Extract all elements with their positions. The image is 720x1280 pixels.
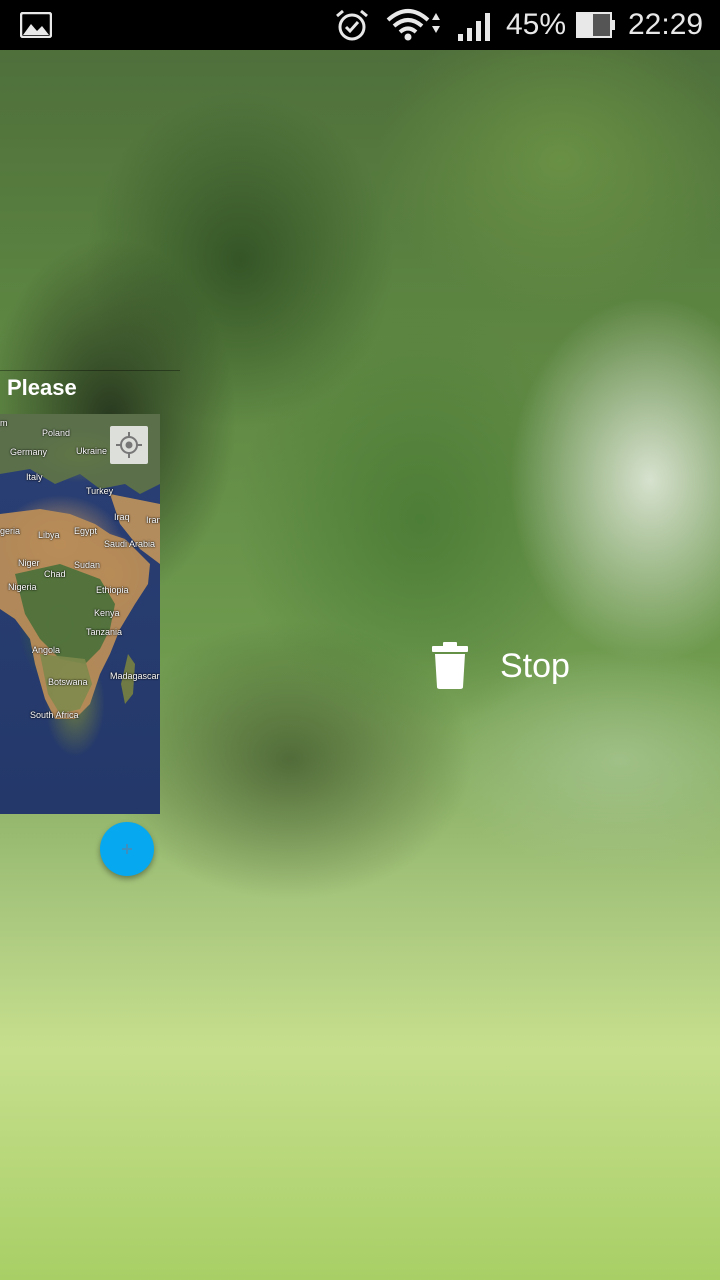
battery-icon bbox=[576, 12, 615, 38]
status-bar: 45% 22:29 bbox=[0, 0, 720, 50]
map-label-angola: Angola bbox=[32, 645, 61, 655]
trash-icon bbox=[432, 642, 468, 689]
card-divider bbox=[0, 370, 180, 371]
map-landmass bbox=[0, 414, 160, 719]
screen: 45% 22:29 Please m Poland Germany Ukrain… bbox=[0, 0, 720, 1280]
map-label-saudi-arabia: Saudi Arabia bbox=[104, 539, 156, 549]
map-label-poland: Poland bbox=[42, 428, 71, 438]
stop-label: Stop bbox=[500, 647, 570, 685]
stop-button[interactable]: Stop bbox=[424, 636, 594, 698]
map-label-nigeria: Nigeria bbox=[8, 582, 37, 592]
add-icon bbox=[122, 844, 132, 854]
map-label-ethiopia: Ethiopia bbox=[96, 585, 129, 595]
alarm-icon bbox=[336, 9, 368, 41]
map-label-ukraine: Ukraine bbox=[76, 446, 108, 456]
recent-app-card[interactable]: Please m Poland Germany Ukraine Italy Tu… bbox=[0, 370, 180, 880]
map-label-italy: Italy bbox=[26, 472, 43, 482]
map-label-kenya: Kenya bbox=[94, 608, 120, 618]
map-view[interactable]: m Poland Germany Ukraine Italy Turkey Ir… bbox=[0, 414, 160, 814]
map-label-niger: Niger bbox=[18, 558, 40, 568]
map-label-turkey: Turkey bbox=[86, 486, 114, 496]
gallery-notification-icon bbox=[20, 12, 52, 38]
map-label-partial: m bbox=[0, 418, 8, 428]
map-label-chad: Chad bbox=[44, 569, 66, 579]
map-label-iran: Iran bbox=[146, 515, 160, 525]
map-label-sudan: Sudan bbox=[74, 560, 101, 570]
map-label-algeria: geria bbox=[0, 526, 21, 536]
map-label-south-africa: South Africa bbox=[30, 710, 79, 720]
map-label-tanzania: Tanzania bbox=[86, 627, 123, 637]
card-title: Please bbox=[7, 375, 77, 400]
clock: 22:29 bbox=[628, 8, 704, 41]
wifi-icon bbox=[386, 9, 440, 41]
map-label-libya: Libya bbox=[38, 530, 60, 540]
map-label-botswana: Botswana bbox=[48, 677, 88, 687]
map-label-egypt: Egypt bbox=[74, 526, 98, 536]
battery-percent: 45% bbox=[506, 8, 567, 41]
map-label-madagascar: Madagascar bbox=[110, 671, 160, 681]
my-location-button[interactable] bbox=[110, 426, 148, 464]
crosshair-icon bbox=[116, 432, 142, 458]
map-label-iraq: Iraq bbox=[114, 512, 130, 522]
signal-icon bbox=[458, 13, 490, 41]
map-label-germany: Germany bbox=[10, 447, 48, 457]
floating-action-button[interactable] bbox=[100, 822, 154, 876]
